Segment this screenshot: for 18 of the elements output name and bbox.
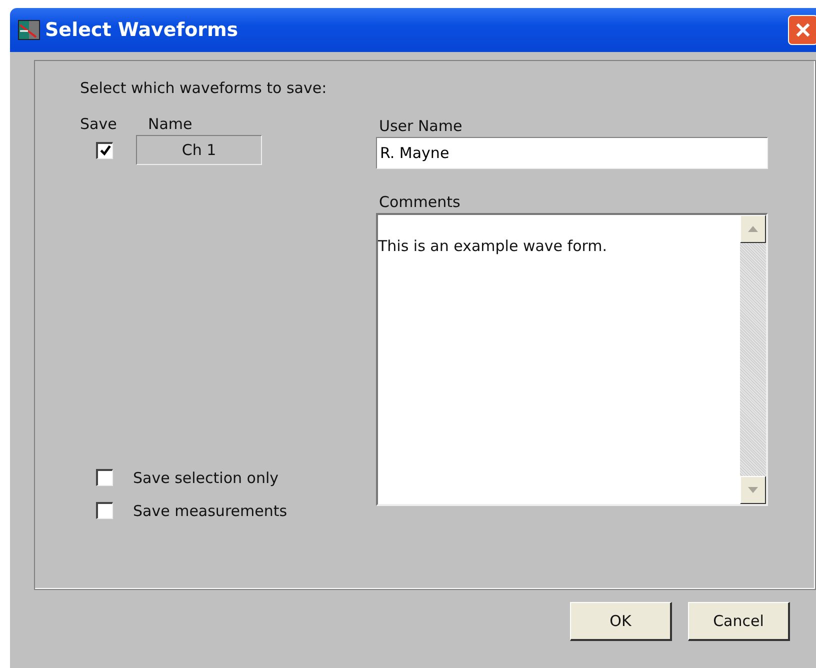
option-label: Save selection only [133, 468, 279, 486]
field-label: User Name [379, 117, 462, 135]
waveform-name-cell: Ch 1 [136, 135, 262, 165]
save-checkbox[interactable] [96, 142, 113, 158]
close-button[interactable] [788, 15, 816, 45]
option-label: Save measurements [133, 502, 288, 520]
prompt-text: Select which waveforms to save: [80, 79, 327, 97]
dialog-button[interactable]: Cancel [688, 602, 790, 641]
app-icon [18, 20, 40, 40]
close-icon [795, 22, 811, 38]
option-checkbox[interactable] [96, 502, 113, 519]
column-header: Save [80, 115, 118, 133]
field-label: Comments [379, 193, 460, 211]
user-name-field[interactable]: R. Mayne [376, 137, 768, 169]
option-checkbox[interactable] [96, 469, 113, 486]
dialog-button[interactable]: OK [570, 602, 672, 641]
window-title: Select Waveforms [45, 19, 238, 41]
column-header: Name [148, 115, 192, 133]
